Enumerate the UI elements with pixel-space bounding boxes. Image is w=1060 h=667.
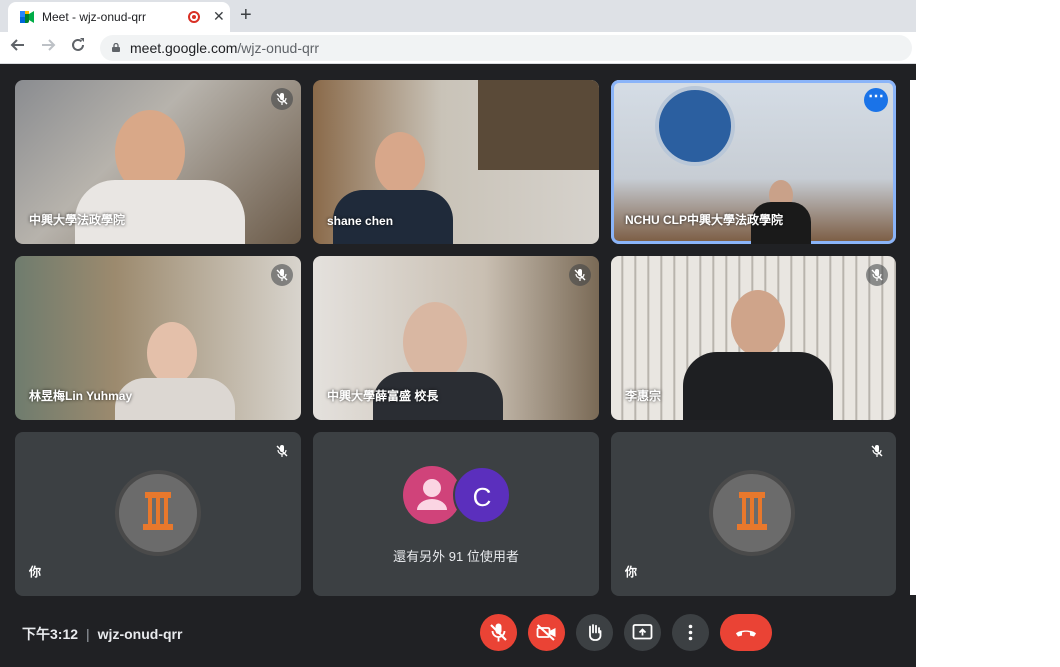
participant-name: 李惠宗	[625, 389, 662, 403]
participant-name: 你	[29, 565, 42, 579]
participant-tile-self[interactable]: 你	[15, 432, 301, 596]
participant-video	[731, 290, 785, 356]
side-panel-edge	[910, 80, 916, 595]
mic-off-icon	[866, 440, 888, 462]
pillar-logo-icon	[143, 492, 173, 530]
tab-strip: Meet - wjz-onud-qrr ✕ +	[0, 0, 916, 32]
participant-name: NCHU CLP中興大學法政學院	[625, 213, 783, 227]
end-call-button[interactable]	[720, 614, 772, 651]
present-button[interactable]	[624, 614, 661, 651]
participant-name: 中興大學薛富盛 校長	[327, 389, 439, 403]
participant-name: 林昱梅Lin Yuhmay	[29, 389, 133, 403]
separator: |	[86, 626, 90, 642]
participant-name: 中興大學法政學院	[29, 213, 126, 227]
browser-toolbar: meet.google.com/wjz-onud-qrr	[0, 32, 916, 64]
recording-icon	[188, 11, 200, 23]
participant-name: 你	[625, 565, 638, 579]
participant-body	[683, 352, 833, 420]
letter-avatar: C	[453, 466, 511, 524]
end-call-icon	[736, 630, 756, 637]
mic-off-icon	[569, 264, 591, 286]
mic-off-icon	[271, 264, 293, 286]
others-count-label: 還有另外 91 位使用者	[393, 549, 519, 564]
more-icon[interactable]: ⋯	[864, 88, 888, 112]
pillar-logo-icon	[737, 492, 767, 530]
more-vert-icon	[688, 624, 693, 641]
tab-title: Meet - wjz-onud-qrr	[42, 10, 147, 24]
camera-toggle-button[interactable]	[528, 614, 565, 651]
back-icon[interactable]	[10, 37, 26, 58]
participant-tile[interactable]: shane chen	[313, 80, 599, 244]
participant-video	[403, 302, 467, 382]
meeting-code: wjz-onud-qrr	[97, 626, 183, 642]
meet-favicon-icon	[20, 11, 34, 23]
mic-off-icon	[490, 623, 507, 642]
others-tile[interactable]: C 還有另外 91 位使用者	[313, 432, 599, 596]
tab-meet[interactable]: Meet - wjz-onud-qrr ✕	[8, 2, 230, 32]
mic-off-icon	[271, 440, 293, 462]
mic-off-icon	[866, 264, 888, 286]
avatar	[115, 470, 201, 556]
tab-close-icon[interactable]: ✕	[213, 8, 225, 25]
mic-off-icon	[271, 88, 293, 110]
participant-tile-pinned[interactable]: ⋯ NCHU CLP中興大學法政學院	[611, 80, 896, 244]
reload-icon[interactable]	[70, 37, 86, 58]
participant-name: shane chen	[327, 214, 394, 228]
present-icon	[632, 624, 653, 640]
meeting-info: 下午3:12 | wjz-onud-qrr	[22, 624, 182, 644]
url-path: /wjz-onud-qrr	[237, 40, 320, 56]
avatar	[709, 470, 795, 556]
school-emblem	[655, 86, 735, 166]
participant-video	[375, 132, 425, 194]
mic-toggle-button[interactable]	[480, 614, 517, 651]
raise-hand-button[interactable]	[576, 614, 613, 651]
participant-tile[interactable]: 林昱梅Lin Yuhmay	[15, 256, 301, 420]
participant-body	[115, 378, 235, 420]
projector-screen	[478, 80, 599, 170]
raise-hand-icon	[589, 624, 602, 641]
participant-tile[interactable]: 中興大學薛富盛 校長	[313, 256, 599, 420]
lock-icon	[112, 43, 120, 52]
url-text: meet.google.com/wjz-onud-qrr	[130, 40, 319, 56]
participant-tile[interactable]: 李惠宗	[611, 256, 896, 420]
participant-tile[interactable]: 中興大學法政學院	[15, 80, 301, 244]
browser-window: Meet - wjz-onud-qrr ✕ + meet.google.com/…	[0, 0, 916, 667]
url-host: meet.google.com	[130, 40, 238, 56]
clock: 下午3:12	[22, 626, 79, 642]
participant-video	[147, 322, 197, 384]
participant-tile-self[interactable]: 你	[611, 432, 896, 596]
camera-off-icon	[536, 624, 556, 641]
address-bar[interactable]: meet.google.com/wjz-onud-qrr	[100, 35, 912, 61]
new-tab-button[interactable]: +	[240, 4, 252, 27]
more-options-button[interactable]	[672, 614, 709, 651]
forward-icon[interactable]	[40, 37, 56, 58]
